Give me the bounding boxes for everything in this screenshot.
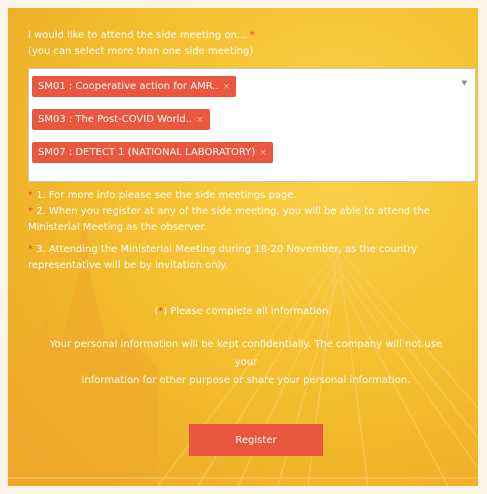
privacy-line: your	[234, 357, 258, 368]
remove-tag-icon[interactable]: ×	[196, 115, 204, 125]
selected-tag-sm01: SM01 : Cooperative action for AMR.. ×	[32, 76, 237, 97]
privacy-statement: Your personal information will be kept c…	[26, 336, 466, 390]
side-meeting-multiselect[interactable]: ▼ SM01 : Cooperative action for AMR.. × S…	[28, 68, 476, 182]
chevron-down-icon[interactable]: ▼	[462, 79, 467, 87]
tag-label: SM07 : DETECT 1 (NATIONAL LABORATORY)	[38, 147, 256, 158]
question-text: I would like to attend the side meeting …	[28, 30, 247, 41]
privacy-line: Your personal information will be kept c…	[49, 339, 443, 350]
register-button[interactable]: Register	[189, 424, 323, 456]
complete-info-notice: (*) Please complete all information.	[8, 306, 478, 317]
right-strip	[478, 0, 487, 494]
note-text: 3. Attending the Ministerial Meeting dur…	[28, 244, 418, 271]
tag-label: SM01 : Cooperative action for AMR..	[38, 81, 219, 92]
remove-tag-icon[interactable]: ×	[223, 82, 231, 92]
tag-label: SM03 : The Post-COVID World..	[38, 114, 193, 125]
required-mark: *	[28, 190, 33, 201]
note-text: 1. For more info please see the side mee…	[36, 190, 297, 201]
remove-tag-icon[interactable]: ×	[259, 148, 267, 158]
complete-text: ) Please complete all information.	[163, 306, 332, 317]
bottom-strip	[0, 486, 487, 494]
required-mark: *	[249, 30, 255, 41]
form-panel: I would like to attend the side meeting …	[8, 8, 478, 486]
selected-tag-sm03: SM03 : The Post-COVID World.. ×	[32, 109, 210, 130]
side-meeting-hint: (you can select more than one side meeti…	[28, 46, 254, 57]
note-more-info: * 1. For more info please see the side m…	[28, 188, 478, 204]
top-strip	[0, 0, 487, 8]
required-mark: *	[28, 206, 33, 217]
side-meeting-question: I would like to attend the side meeting …	[28, 30, 255, 41]
selected-tag-sm07: SM07 : DETECT 1 (NATIONAL LABORATORY) ×	[32, 142, 273, 163]
note-text: 2. When you register at any of the side …	[28, 206, 430, 233]
required-mark: *	[28, 244, 33, 255]
note-observer: * 2. When you register at any of the sid…	[28, 204, 478, 236]
note-invitation: * 3. Attending the Ministerial Meeting d…	[28, 242, 478, 274]
privacy-line: information for other purpose or share y…	[81, 375, 411, 386]
